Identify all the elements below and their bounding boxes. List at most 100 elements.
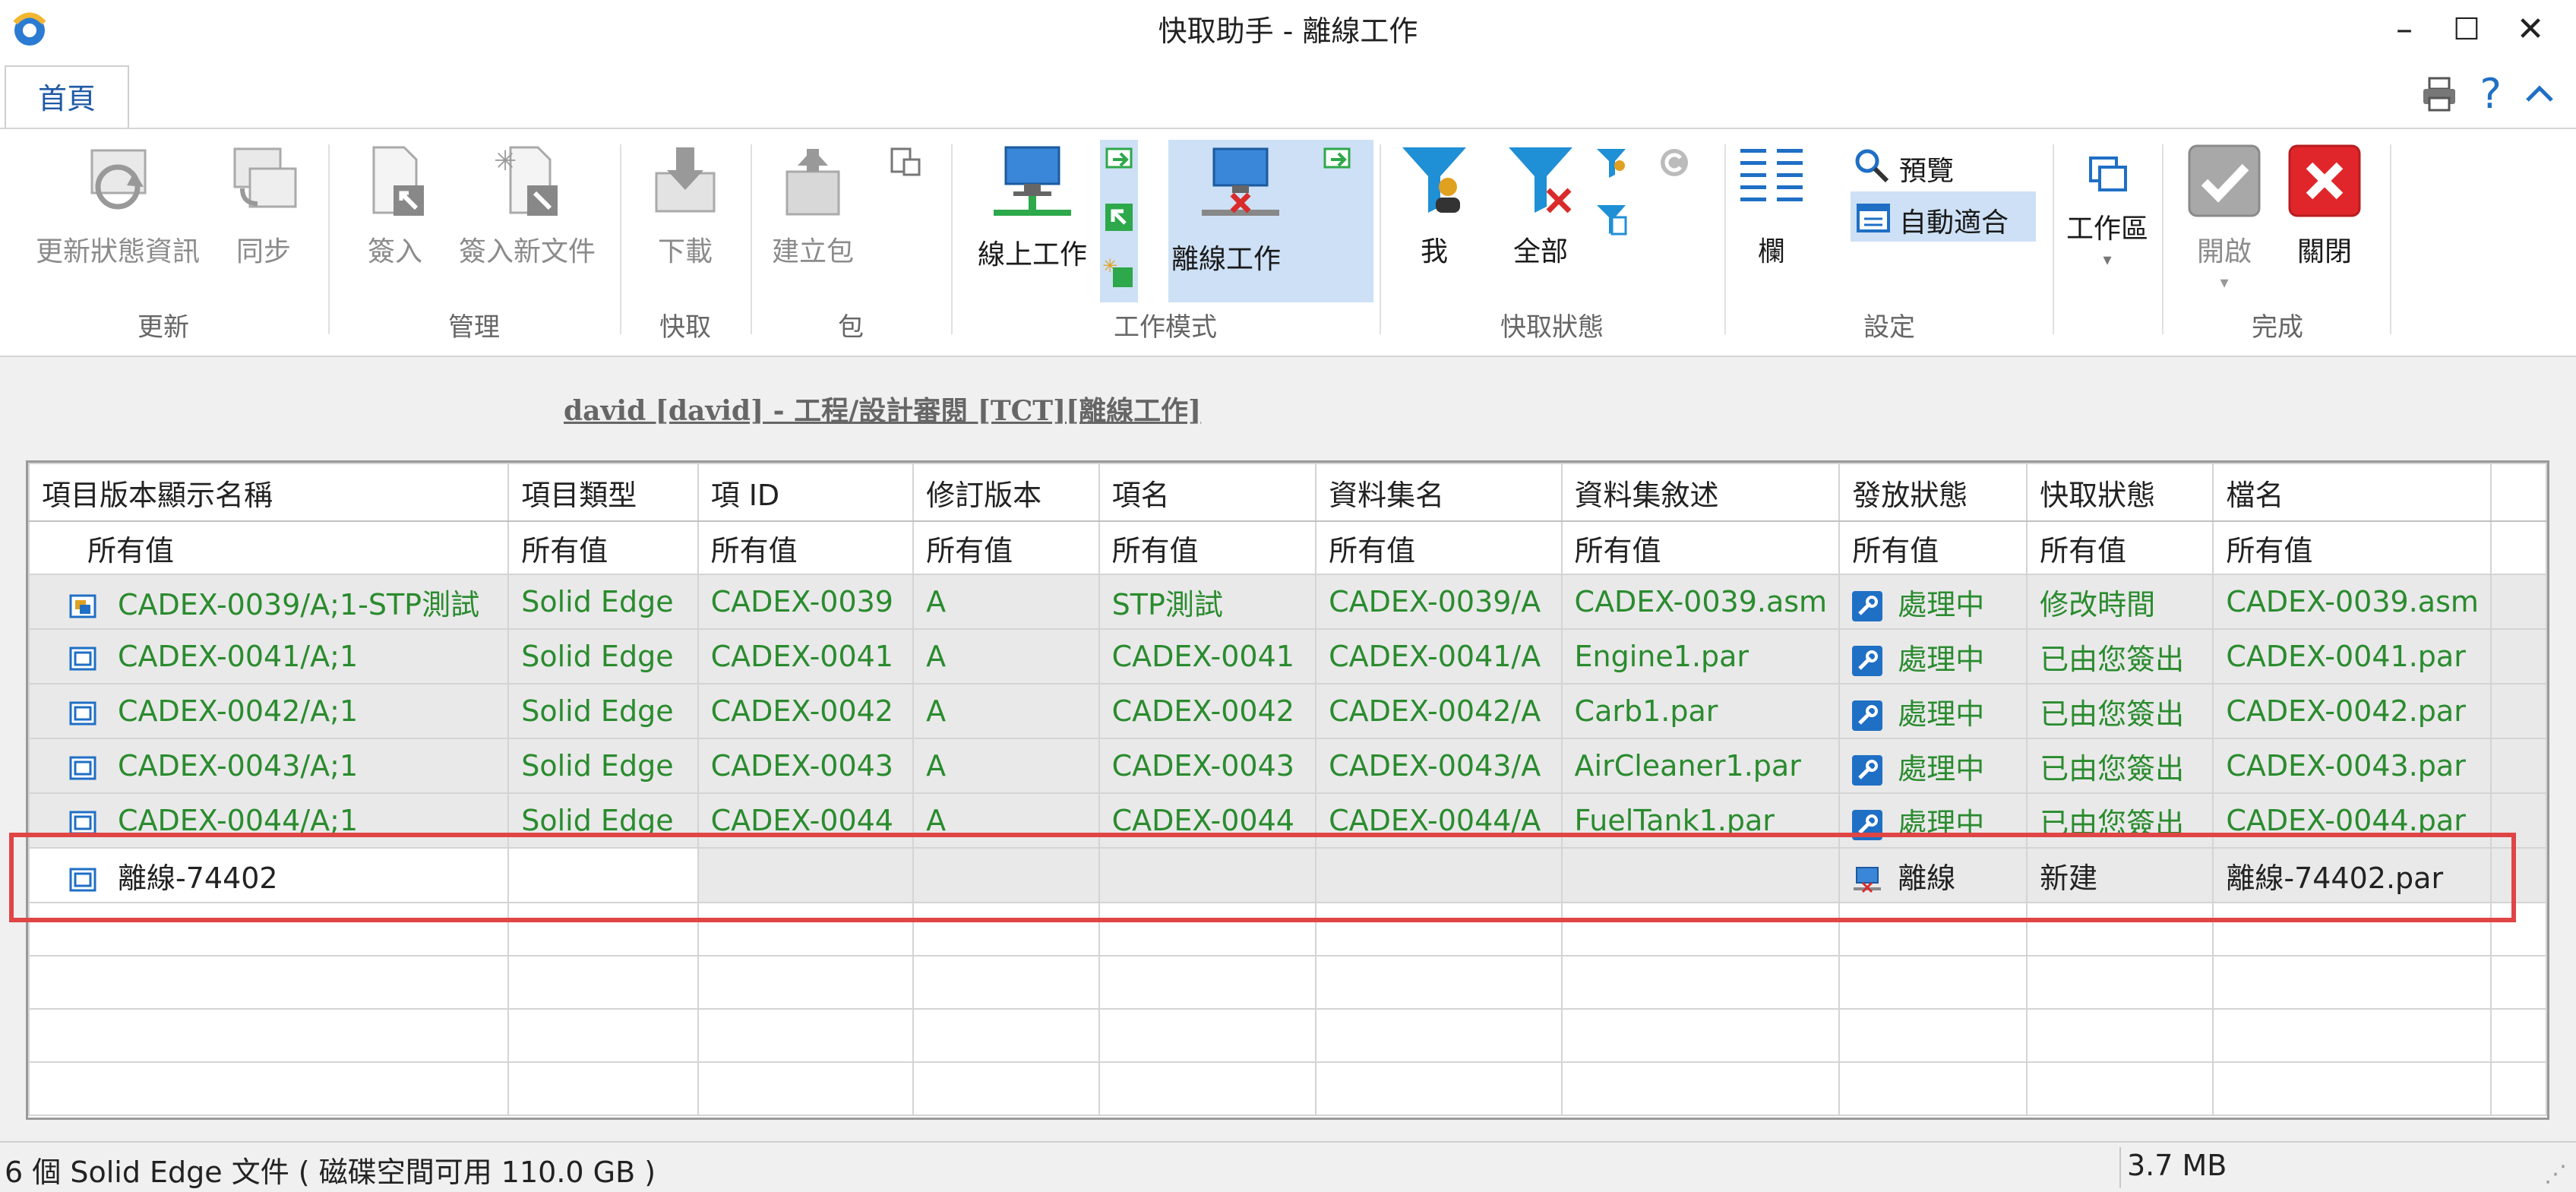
- table-cell-item: CADEX-0042: [1098, 683, 1317, 739]
- table-row[interactable]: CADEX-0042/A;1 Solid Edge CADEX-0042 A CADEX…: [28, 683, 2547, 739]
- filter-cell[interactable]: 所有值: [1838, 520, 2028, 575]
- empty-cell: [697, 1008, 915, 1063]
- filter-document-icon[interactable]: [1595, 202, 1629, 236]
- offline-computer-icon: [1202, 147, 1279, 216]
- part-icon: [69, 756, 96, 779]
- table-cell-id: CADEX-0041: [697, 628, 915, 685]
- table-cell-item: STP測試: [1098, 574, 1317, 630]
- resize-grip-icon[interactable]: ⋰: [2544, 1161, 2567, 1187]
- refresh-icon[interactable]: [1658, 146, 1691, 179]
- column-header[interactable]: 修訂版本: [912, 463, 1100, 522]
- table-cell-name: CADEX-0043/A;1: [28, 738, 510, 794]
- empty-cell: [1315, 1008, 1563, 1063]
- create-package-button[interactable]: 建立包: [760, 143, 866, 269]
- filter-cell[interactable]: 所有值: [1315, 520, 1563, 575]
- filter-cell[interactable]: 所有值: [2026, 520, 2214, 575]
- filter-cell[interactable]: 所有值: [697, 520, 915, 575]
- table-cell-dataset: CADEX-0041/A: [1315, 628, 1563, 685]
- column-header[interactable]: 快取狀態: [2026, 463, 2214, 522]
- table-cell-cache: 已由您簽出: [2026, 738, 2214, 794]
- online-open-icon[interactable]: [1102, 201, 1136, 234]
- table-cell-id: CADEX-0043: [697, 738, 915, 794]
- filter-cell[interactable]: 所有值: [1098, 520, 1317, 575]
- download-icon: [655, 147, 716, 213]
- filter-cell[interactable]: 所有值: [507, 520, 699, 575]
- header-row: 項目版本顯示名稱 項目類型 項 ID 修訂版本 項名 資料集名 資料集敘述 發放…: [28, 463, 2547, 522]
- empty-cell: [2026, 955, 2214, 1010]
- work-online-button[interactable]: 線上工作: [968, 143, 1097, 272]
- columns-button[interactable]: 欄: [1734, 143, 1810, 269]
- checkin-button[interactable]: 簽入: [357, 143, 433, 269]
- preview-button[interactable]: 預覽: [1854, 144, 2005, 187]
- table-row[interactable]: CADEX-0041/A;1 Solid Edge CADEX-0041 A CADEX…: [28, 628, 2547, 685]
- filter-clear-icon: [1509, 147, 1572, 213]
- online-sync-icon[interactable]: [1102, 143, 1136, 176]
- empty-cell: [1560, 955, 1841, 1010]
- online-new-icon[interactable]: ✳: [1102, 255, 1136, 289]
- part-icon: [69, 647, 96, 670]
- column-header[interactable]: 資料集名: [1315, 463, 1563, 522]
- table-row[interactable]: CADEX-0039/A;1-STP測試 Solid Edge CADEX-0039…: [28, 574, 2547, 630]
- empty-cell: [912, 1008, 1100, 1063]
- table-cell-release: 處理中: [1838, 683, 2028, 739]
- highlight-box: [9, 833, 2516, 922]
- work-offline-button[interactable]: 離線工作: [1168, 140, 1373, 302]
- empty-cell: [2212, 1061, 2492, 1116]
- print-icon[interactable]: [2420, 75, 2458, 113]
- table-cell-release: 處理中: [1838, 628, 2028, 685]
- window-title: 快取助手 - 離線工作: [1158, 14, 1418, 48]
- empty-cell: [1098, 1008, 1317, 1063]
- filter-row: 所有值 所有值 所有值 所有值 所有值 所有值 所有值 所有值 所有值 所有值: [28, 520, 2547, 575]
- collapse-ribbon-icon[interactable]: [2523, 77, 2556, 111]
- minimize-button[interactable]: –: [2378, 5, 2431, 55]
- spacer-cell: [2490, 683, 2547, 739]
- close-button[interactable]: 關閉: [2279, 143, 2370, 269]
- empty-cell: [1315, 1061, 1563, 1116]
- column-header[interactable]: 發放狀態: [1838, 463, 2028, 522]
- table-row[interactable]: CADEX-0043/A;1 Solid Edge CADEX-0043 A CADEX…: [28, 738, 2547, 794]
- open-button[interactable]: 開啟 ▾: [2179, 143, 2270, 292]
- auto-fit-icon: [1857, 204, 1890, 232]
- update-status-button[interactable]: 更新狀態資訊: [23, 143, 213, 269]
- sync-button[interactable]: 同步: [222, 143, 305, 269]
- column-header[interactable]: 項目版本顯示名稱: [28, 463, 510, 522]
- table-cell-cache: 已由您簽出: [2026, 683, 2214, 739]
- help-icon[interactable]: ?: [2480, 70, 2502, 118]
- columns-icon: [1740, 149, 1803, 201]
- table-cell-id: CADEX-0039: [697, 574, 915, 630]
- empty-cell: [2026, 1061, 2214, 1116]
- column-header[interactable]: 檔名: [2212, 463, 2492, 522]
- checkmark-icon: [2188, 144, 2261, 217]
- workspace-button[interactable]: 工作區 ▾: [2057, 150, 2157, 270]
- package-options-icon[interactable]: [889, 146, 922, 179]
- close-window-button[interactable]: ✕: [2504, 5, 2557, 55]
- filter-cell[interactable]: 所有值: [2212, 520, 2492, 575]
- download-button[interactable]: 下載: [640, 143, 731, 269]
- session-info-link[interactable]: david [david] - 工程/設計審閱 [TCT][離線工作]: [564, 389, 1201, 428]
- column-header[interactable]: 資料集敘述: [1560, 463, 1841, 522]
- empty-cell: [912, 955, 1100, 1010]
- group-cache-status: 我 全部 快取狀態: [1381, 129, 1723, 357]
- online-sub-actions: ✳: [1100, 140, 1138, 302]
- file-table: 項目版本顯示名稱 項目類型 項 ID 修訂版本 項名 資料集名 資料集敘述 發放…: [28, 463, 2547, 1116]
- column-header[interactable]: 項 ID: [697, 463, 915, 522]
- checkin-new-document-button[interactable]: ✳ 簽入新文件: [444, 143, 611, 269]
- auto-fit-button[interactable]: 自動適合: [1851, 191, 2036, 242]
- empty-cell: [1838, 955, 2028, 1010]
- column-header[interactable]: 項名: [1098, 463, 1317, 522]
- filter-user-small-icon[interactable]: [1595, 146, 1629, 179]
- filter-all-button[interactable]: 全部: [1495, 143, 1586, 269]
- filter-cell[interactable]: 所有值: [1560, 520, 1841, 575]
- spacer-cell: [2490, 738, 2547, 794]
- maximize-button[interactable]: ☐: [2440, 5, 2493, 55]
- tab-home[interactable]: 首頁: [5, 65, 129, 129]
- filter-user-icon: [1402, 147, 1466, 213]
- offline-sync-icon[interactable]: [1320, 143, 1354, 176]
- filter-me-button[interactable]: 我: [1396, 143, 1472, 269]
- empty-row: [28, 1008, 2547, 1063]
- filter-cell[interactable]: 所有值: [912, 520, 1100, 575]
- in-process-icon: [1852, 646, 1883, 676]
- column-header[interactable]: 項目類型: [507, 463, 699, 522]
- filter-cell[interactable]: 所有值: [28, 520, 510, 575]
- group-work-mode: 線上工作 ✳ 離線工作 工作模式: [953, 129, 1378, 357]
